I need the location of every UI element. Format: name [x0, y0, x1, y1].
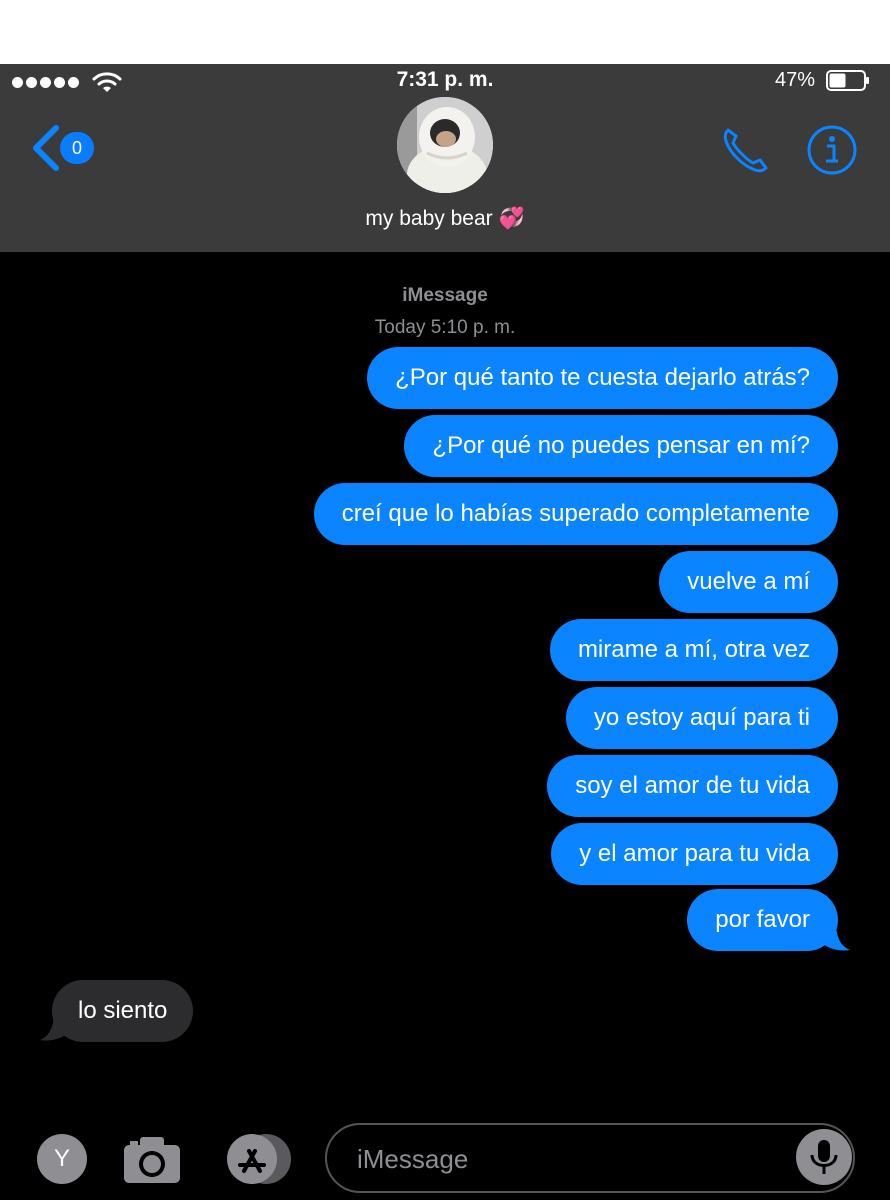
sent-message[interactable]: ¿Por qué tanto te cuesta dejarlo atrás? — [367, 347, 838, 409]
app-store-icon[interactable] — [222, 1133, 296, 1185]
sent-message[interactable]: ¿Por qué no puedes pensar en mí? — [404, 415, 838, 477]
sent-message[interactable]: yo estoy aquí para ti — [565, 687, 838, 749]
microphone-button[interactable] — [796, 1129, 852, 1185]
status-bar: 7:31 p. m. 47% — [0, 64, 890, 100]
received-bubble-tail — [40, 1012, 72, 1041]
info-icon[interactable] — [806, 124, 858, 176]
unread-badge[interactable]: 0 — [60, 132, 94, 164]
sent-message[interactable]: por favor — [687, 889, 838, 951]
status-time: 7:31 p. m. — [396, 68, 494, 91]
service-label: iMessage — [402, 285, 488, 306]
contact-avatar[interactable] — [397, 97, 493, 193]
microphone-icon — [810, 1140, 838, 1174]
sent-message[interactable]: soy el amor de tu vida — [547, 755, 838, 817]
contact-name[interactable]: my baby bear 💞 — [0, 207, 890, 231]
sent-message[interactable]: y el amor para tu vida — [551, 823, 838, 885]
sent-message[interactable]: vuelve a mí — [659, 551, 838, 613]
sent-message[interactable]: mirame a mí, otra vez — [549, 619, 838, 681]
message-field[interactable] — [325, 1123, 855, 1193]
battery-icon — [826, 70, 869, 91]
received-message[interactable]: lo siento — [52, 980, 194, 1042]
memoji-button[interactable]: Y — [37, 1134, 87, 1184]
battery-percent: 47% — [774, 69, 815, 91]
message-input[interactable] — [355, 1125, 779, 1193]
sent-bubble-tail — [818, 922, 850, 951]
sent-message[interactable]: creí que lo habías superado completament… — [313, 483, 838, 545]
phone-icon[interactable] — [720, 124, 772, 176]
message-timestamp: Today 5:10 p. m. — [374, 317, 516, 338]
top-margin — [0, 0, 890, 64]
camera-icon[interactable] — [122, 1133, 182, 1185]
